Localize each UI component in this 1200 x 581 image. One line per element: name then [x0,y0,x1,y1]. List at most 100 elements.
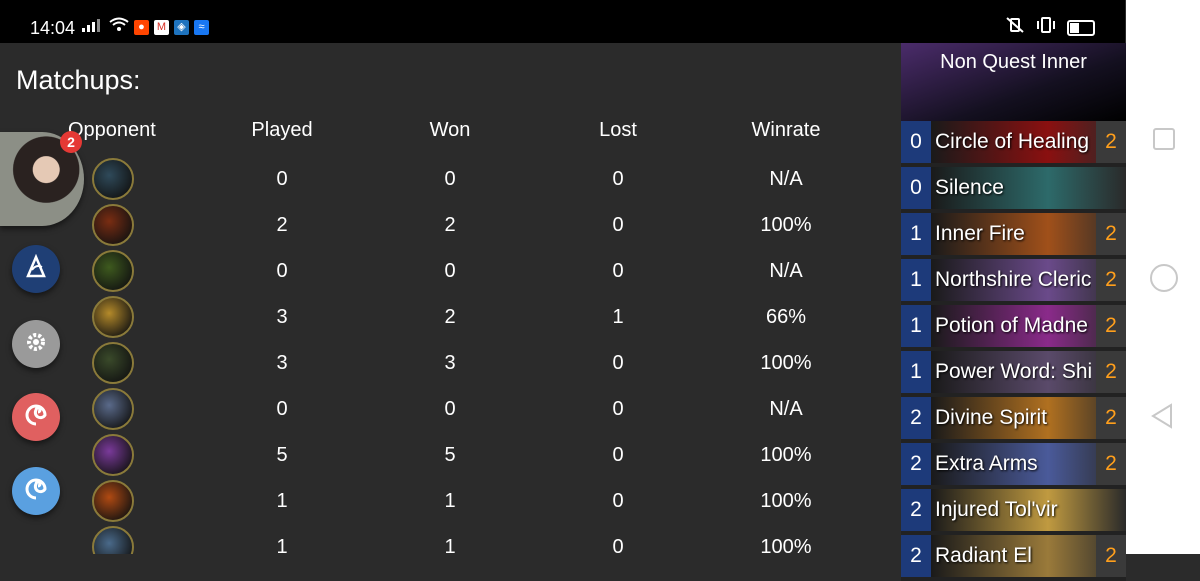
opponent-hero-icon [92,388,134,430]
vibrate-icon [1035,17,1057,38]
header-played: Played [251,119,313,141]
table-row[interactable]: 1 1 0 100% [0,478,900,524]
card-cost: 2 [901,489,931,531]
status-time: 14:04 [30,18,76,38]
deck-card[interactable]: 2 Injured Tol'vir [901,489,1126,535]
card-name: Potion of Madne [935,314,1088,337]
played-cell: 1 [276,536,288,554]
winrate-cell: 100% [760,444,812,466]
hsreplay-icon [23,253,49,285]
deck-card[interactable]: 1 Potion of Madne 2 [901,305,1126,351]
card-name: Injured Tol'vir [935,498,1058,521]
deck-card[interactable]: 2 Extra Arms 2 [901,443,1126,489]
table-row[interactable]: 0 0 0 N/A [0,248,900,294]
winrate-cell: 100% [760,490,812,512]
card-count: 2 [1096,443,1126,485]
deck-card[interactable]: 1 Northshire Cleric 2 [901,259,1126,305]
won-cell: 0 [444,260,456,282]
card-count: 2 [1096,397,1126,439]
won-cell: 5 [444,444,456,466]
table-row[interactable]: 1 1 0 100% [0,524,900,554]
status-right [1005,17,1095,38]
table-row[interactable]: 0 0 0 N/A [0,156,900,202]
played-cell: 3 [276,306,288,328]
played-cell: 0 [276,398,288,420]
won-cell: 0 [444,398,456,420]
hearthstone-blue-button[interactable] [12,467,60,515]
opponent-hero-icon [92,158,134,200]
opponent-hero-icon [92,296,134,338]
card-name: Circle of Healing [935,130,1090,153]
deck-card[interactable]: 0 Silence [901,167,1126,213]
hsreplay-button[interactable] [12,245,60,293]
won-cell: 3 [444,352,456,374]
played-cell: 0 [276,260,288,282]
deck-card[interactable]: 1 Inner Fire 2 [901,213,1126,259]
settings-button[interactable] [12,320,60,368]
deck-header[interactable]: Non Quest Inner [901,43,1126,121]
card-cost: 1 [901,305,931,347]
card-name: Extra Arms [935,452,1038,475]
wifi-icon [109,17,129,37]
card-name: Divine Spirit [935,406,1048,429]
opponent-hero-icon [92,526,134,554]
app-icon: ◈ [174,19,189,35]
lost-cell: 0 [612,398,624,420]
won-cell: 1 [444,536,456,554]
table-row[interactable]: 3 2 1 66% [0,294,900,340]
status-bar: 14:04 ● M ◈ ≈ [0,0,1125,43]
lost-cell: 0 [612,490,624,512]
lost-cell: 0 [612,444,624,466]
hearthstone-red-button[interactable] [12,393,60,441]
matchups-panel: Matchups: Opponent Played Won Lost Winra… [0,43,901,554]
table-row[interactable]: 0 0 0 N/A [0,386,900,432]
winrate-cell: 100% [760,214,812,236]
deck-card[interactable]: 1 Power Word: Shi 2 [901,351,1126,397]
deck-card[interactable]: 2 Divine Spirit 2 [901,397,1126,443]
mute-vibrate-icon [1005,17,1025,38]
card-name: Inner Fire [935,222,1025,245]
gmail-icon: M [154,19,169,35]
header-opponent: Opponent [68,119,156,141]
opponent-hero-icon [92,434,134,476]
card-cost: 0 [901,167,931,209]
played-cell: 0 [276,168,288,190]
winrate-cell: N/A [769,398,803,420]
opponent-hero-icon [92,342,134,384]
winrate-cell: 66% [765,306,807,328]
card-name: Power Word: Shi [935,360,1091,383]
lost-cell: 0 [612,536,624,554]
header-winrate: Winrate [751,119,821,141]
card-cost: 1 [901,213,931,255]
card-cost: 2 [901,443,931,485]
deck-card[interactable]: 2 Radiant El 2 [901,535,1126,581]
card-name: Radiant El [935,544,1032,567]
winrate-cell: N/A [769,168,803,190]
lost-cell: 0 [612,352,624,374]
card-cost: 2 [901,397,931,439]
deck-card[interactable]: 0 Circle of Healing 2 [901,121,1126,167]
table-row[interactable]: 5 5 0 100% [0,432,900,478]
hearthstone-swirl-icon [24,403,48,432]
deck-tracker: Non Quest Inner 0 Circle of Healing 2 0 Sile… [901,43,1126,581]
back-button[interactable] [1150,403,1174,434]
card-count: 2 [1096,305,1126,347]
page-title: Matchups: [16,65,141,95]
battery-icon [1067,19,1095,36]
table-row[interactable]: 2 2 0 100% [0,202,900,248]
header-lost: Lost [599,119,637,141]
recents-button[interactable] [1153,128,1175,150]
table-row[interactable]: 3 3 0 100% [0,340,900,386]
won-cell: 1 [444,490,456,512]
lost-cell: 1 [612,306,624,328]
card-name: Silence [935,176,1004,199]
notification-badge: 2 [60,131,82,153]
home-button[interactable] [1150,264,1178,292]
won-cell: 2 [444,214,456,236]
hearthstone-swirl-icon [24,477,48,506]
won-cell: 0 [444,168,456,190]
card-cost: 1 [901,351,931,393]
card-cost: 0 [901,121,931,163]
winrate-cell: N/A [769,260,803,282]
back-icon [1151,403,1172,429]
